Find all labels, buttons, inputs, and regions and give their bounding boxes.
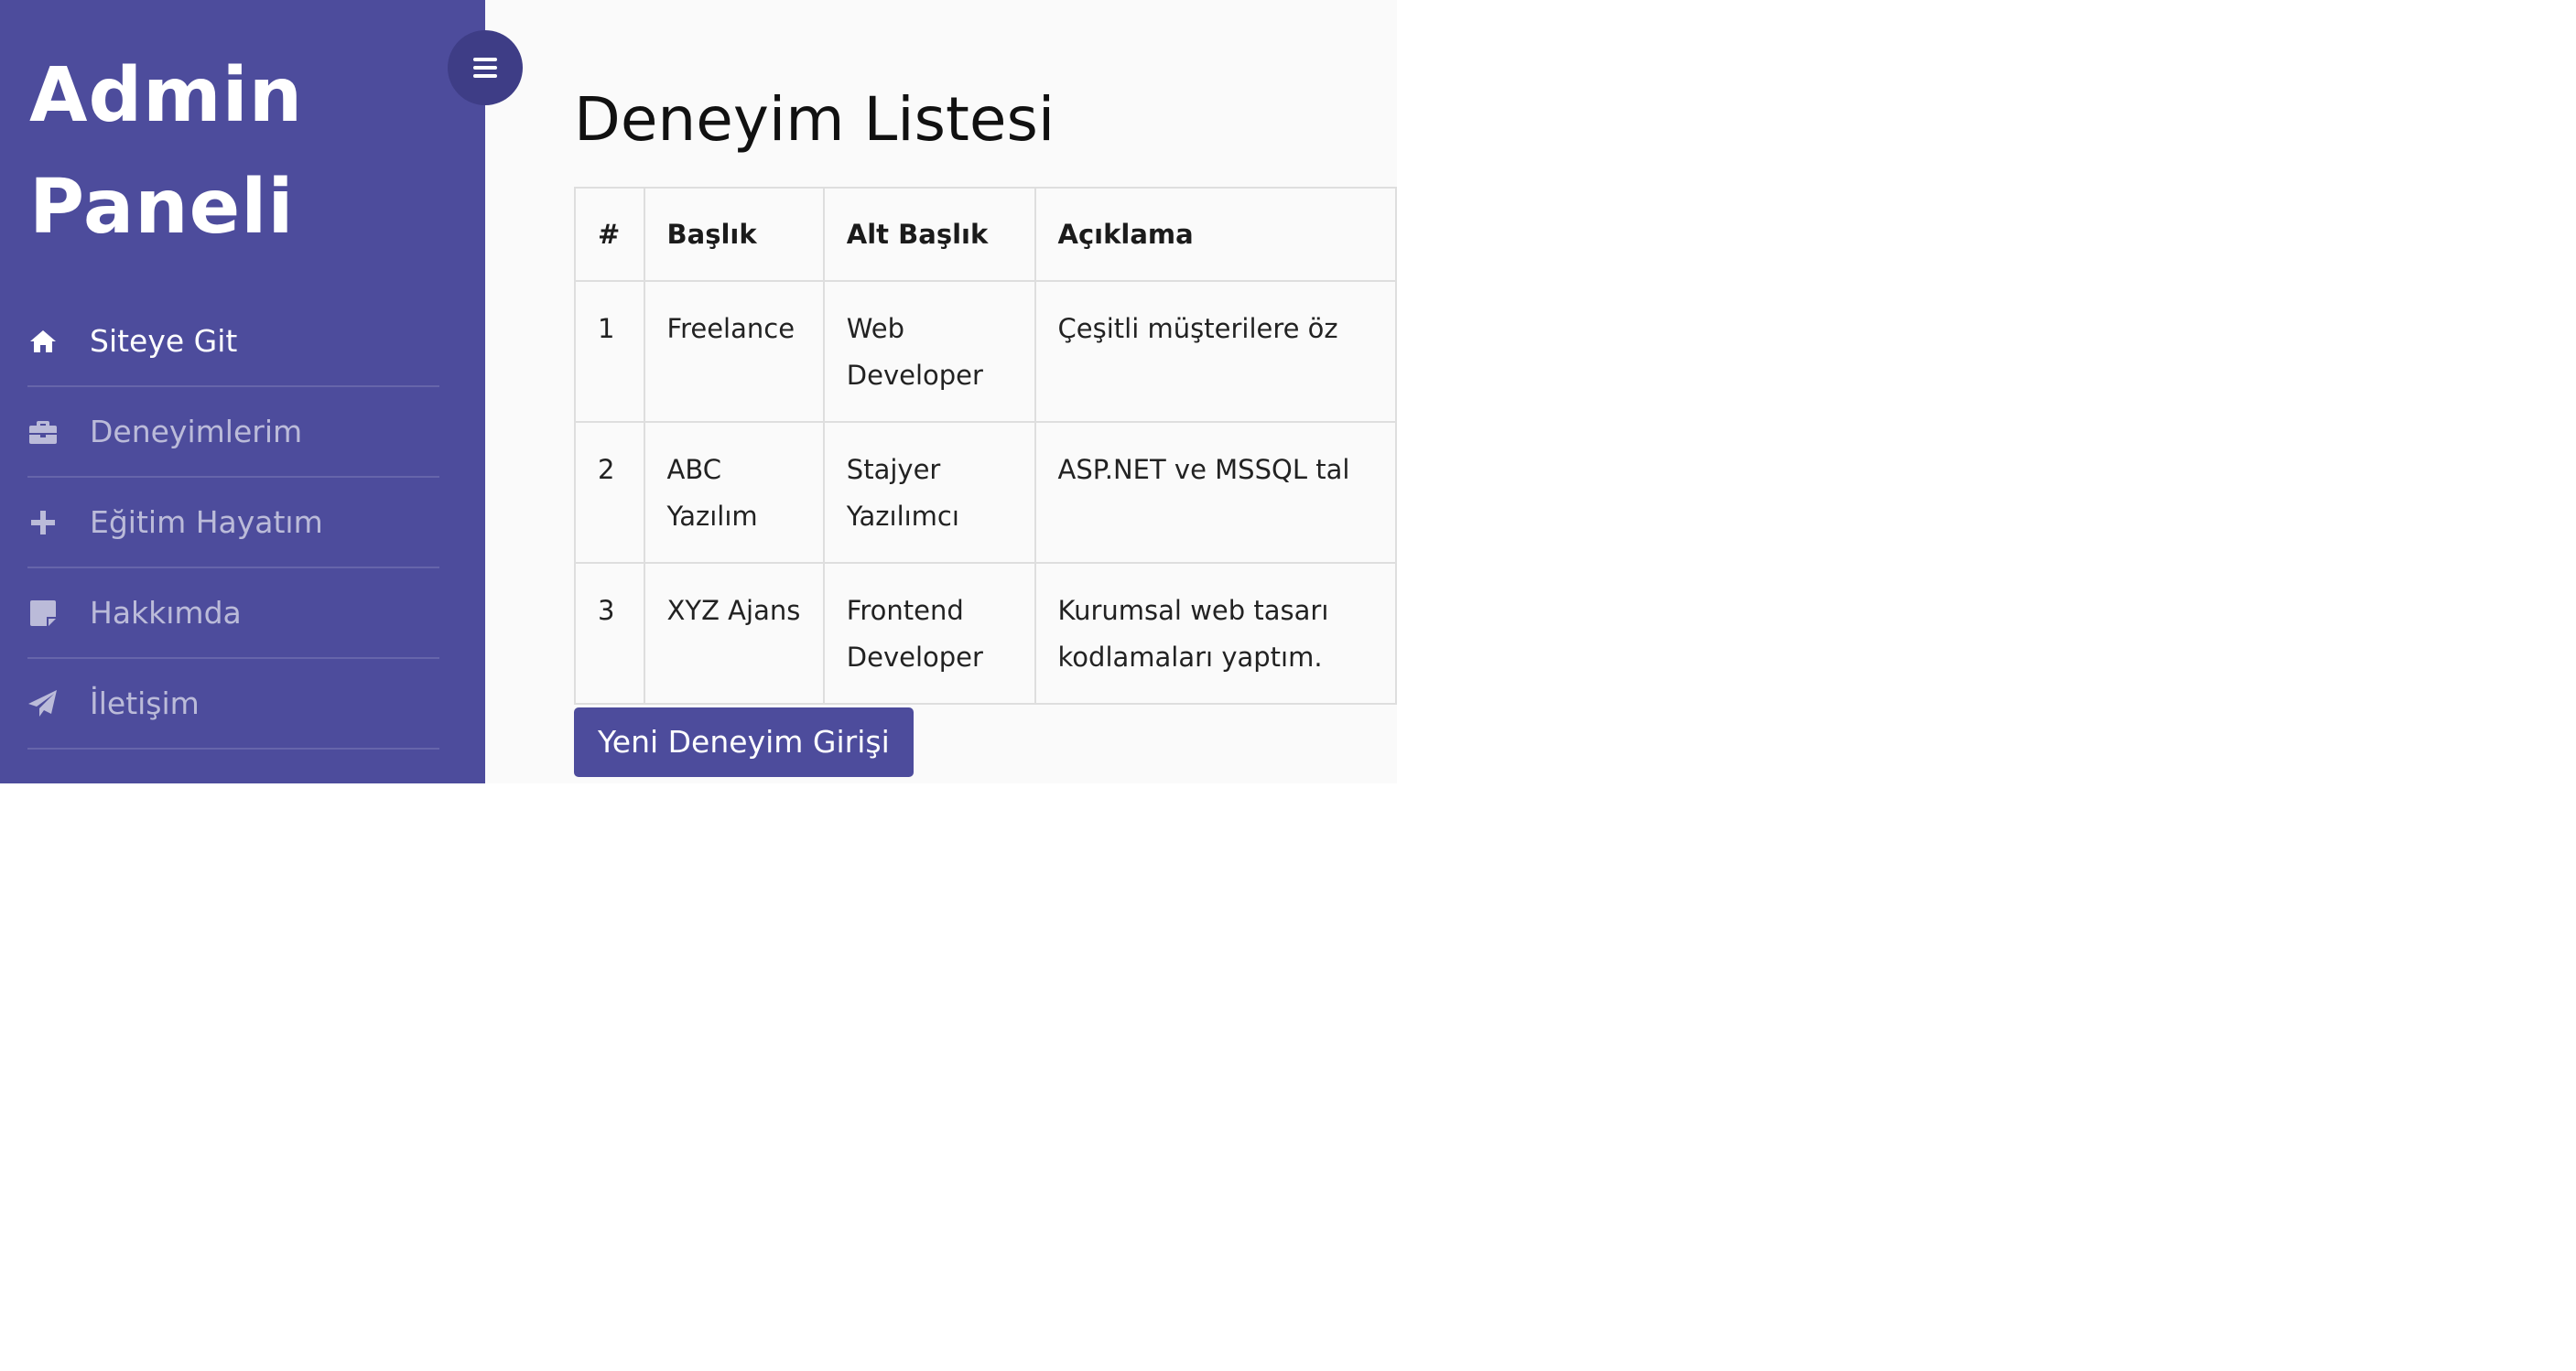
column-header-subtitle: Alt Başlık (822, 187, 1036, 282)
brand-title: Admin Paneli (29, 40, 303, 264)
brand-line-1: Admin (29, 52, 304, 139)
new-experience-button[interactable]: Yeni Deneyim Girişi (574, 707, 914, 777)
cell-title: XYZ Ajans (643, 562, 825, 705)
plus-icon (27, 507, 59, 538)
sidebar: Admin Paneli Siteye Git Deneyimlerim Eği… (0, 0, 485, 783)
sidebar-item-label: Eğitim Hayatım (90, 504, 323, 540)
sidebar-menu: Siteye Git Deneyimlerim Eğitim Hayatım H… (27, 297, 439, 750)
sidebar-item-iletisim[interactable]: İletişim (27, 659, 439, 750)
table-row[interactable]: 1 Freelance Web Developer Çeşitli müşter… (574, 280, 1397, 423)
sidebar-item-label: Deneyimlerim (90, 414, 303, 449)
home-icon (27, 326, 59, 357)
column-header-description: Açıklama (1034, 187, 1397, 282)
table-row[interactable]: 2 ABC Yazılım Stajyer Yazılımcı ASP.NET … (574, 421, 1397, 564)
sidebar-item-siteye-git[interactable]: Siteye Git (27, 297, 439, 387)
cell-subtitle: Frontend Developer (822, 562, 1036, 705)
table-header-row: # Başlık Alt Başlık Açıklama (574, 187, 1397, 282)
table-row[interactable]: 3 XYZ Ajans Frontend Developer Kurumsal … (574, 562, 1397, 705)
cell-title: ABC Yazılım (643, 421, 825, 564)
sidebar-item-label: Hakkımda (90, 595, 242, 631)
sidebar-item-deneyimlerim[interactable]: Deneyimlerim (27, 387, 439, 478)
sidebar-item-label: Siteye Git (90, 323, 238, 359)
cell-title: Freelance (643, 280, 825, 423)
page-title: Deneyim Listesi (574, 84, 1055, 155)
sidebar-item-label: İletişim (90, 686, 200, 721)
cell-subtitle: Web Developer (822, 280, 1036, 423)
sidebar-item-hakkimda[interactable]: Hakkımda (27, 568, 439, 659)
cell-subtitle: Stajyer Yazılımcı (822, 421, 1036, 564)
cell-description: ASP.NET ve MSSQL tal (1034, 421, 1397, 564)
cell-description: Çeşitli müşterilere öz (1034, 280, 1397, 423)
column-header-title: Başlık (643, 187, 825, 282)
briefcase-icon (27, 416, 59, 448)
cell-number: 3 (574, 562, 645, 705)
main-content: Deneyim Listesi # Başlık Alt Başlık Açık… (485, 0, 1397, 783)
experience-table: # Başlık Alt Başlık Açıklama 1 Freelance… (574, 187, 1397, 705)
cell-number: 1 (574, 280, 645, 423)
column-header-number: # (574, 187, 645, 282)
sticky-note-icon (27, 598, 59, 629)
sidebar-item-egitim-hayatim[interactable]: Eğitim Hayatım (27, 478, 439, 568)
paper-plane-icon (27, 688, 59, 719)
app-viewport: Admin Paneli Siteye Git Deneyimlerim Eği… (0, 0, 1397, 783)
brand-line-2: Paneli (29, 164, 295, 251)
cell-description: Kurumsal web tasarı kodlamaları yaptım. (1034, 562, 1397, 705)
cell-number: 2 (574, 421, 645, 564)
